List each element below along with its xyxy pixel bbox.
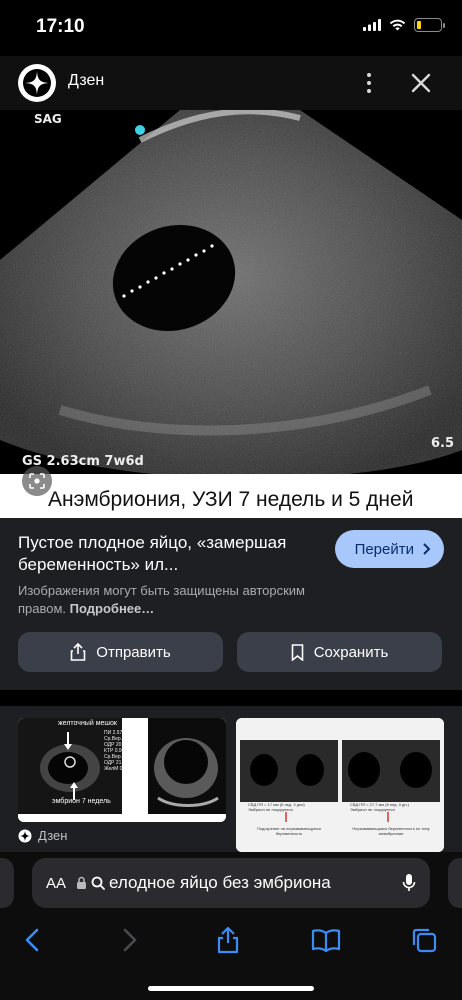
address-bar[interactable]: AA елодное яйцо без эмбриона: [32, 858, 430, 908]
wifi-icon: [389, 19, 406, 31]
lock-icon: [77, 876, 87, 889]
tabs-icon[interactable]: [406, 922, 442, 958]
signal-icon: [363, 19, 381, 31]
previous-tab-peek[interactable]: [0, 858, 14, 908]
share-icon[interactable]: [210, 922, 246, 958]
save-button[interactable]: Сохранить: [237, 632, 442, 672]
share-label: Отправить: [96, 643, 171, 661]
share-button[interactable]: Отправить: [18, 632, 223, 672]
ultrasound-image[interactable]: SAG GS 2.63cm 7w6d 6.5 Анэмбриония, УЗИ …: [0, 110, 462, 518]
related-images: желточный мешок эмбрион 7 недель ПИ 2.57…: [0, 706, 462, 852]
microphone-icon[interactable]: [402, 873, 416, 893]
bookmark-icon: [291, 643, 304, 661]
learn-more-link[interactable]: Подробнее…: [70, 601, 155, 616]
thumb2-caption-left: СВД ПЯ = 17 мм (6 нед. 3 дня) Эмбрион не…: [248, 802, 305, 812]
caption-strip: Анэмбриония, УЗИ 7 недель и 5 дней: [0, 474, 462, 518]
forward-icon[interactable]: [112, 922, 148, 958]
visit-button[interactable]: Перейти: [334, 530, 444, 568]
lens-search-icon[interactable]: [22, 466, 52, 496]
copyright-text: Изображения могут быть защищены авторски…: [18, 583, 305, 616]
image-info-panel: Пустое плодное яйцо, «замершая беременно…: [0, 518, 462, 690]
status-time: 17:10: [36, 16, 85, 37]
save-label: Сохранить: [313, 643, 389, 661]
scan-depth: 6.5: [430, 436, 454, 451]
dzen-logo-icon[interactable]: [18, 64, 56, 102]
related-source-name: Дзен: [38, 828, 68, 843]
result-title[interactable]: Пустое плодное яйцо, «замершая беременно…: [18, 532, 308, 576]
home-indicator: [148, 986, 314, 991]
bookmarks-icon[interactable]: [308, 922, 344, 958]
thumb1-label-embryo: эмбрион 7 недель: [52, 798, 111, 805]
status-icons: [363, 18, 445, 32]
share-icon: [70, 643, 86, 661]
battery-icon: [414, 18, 445, 32]
page-settings-button[interactable]: AA: [46, 875, 66, 892]
more-vertical-icon[interactable]: [356, 68, 382, 98]
search-icon: [91, 876, 105, 890]
thumb1-label-yolk-sac: желточный мешок: [58, 720, 117, 727]
related-source[interactable]: Дзен: [18, 828, 67, 843]
thumb2-note-left: Подозрение на неразвивающуюся беременнос…: [257, 826, 321, 836]
battery-level: [417, 21, 421, 29]
dzen-small-icon: [18, 829, 32, 842]
scan-plane-label: SAG: [34, 112, 62, 126]
thumb1-measurements: ПИ 2.57 Ср.Вер. ОДР 20. КТР 0.99 Ср.Вер.…: [104, 730, 125, 772]
divider: [0, 690, 462, 706]
next-tab-peek[interactable]: [448, 858, 462, 908]
close-icon[interactable]: [408, 70, 434, 96]
thumb2-caption-right: СВД ПЯ = 27,7 мм (8 нед. 0 дн.) Эмбрион …: [350, 802, 410, 812]
status-bar: 17:10: [0, 0, 462, 56]
thumb2-note-right: Неразвивающаяся беременность по типу анэ…: [352, 826, 430, 836]
address-area: AA елодное яйцо без эмбриона: [0, 852, 462, 916]
source-name[interactable]: Дзен: [68, 72, 104, 90]
chevron-right-icon: [423, 543, 430, 555]
url-text[interactable]: елодное яйцо без эмбриона: [109, 873, 394, 893]
viewer-top-bar: Дзен: [0, 56, 462, 110]
related-image-1[interactable]: желточный мешок эмбрион 7 недель ПИ 2.57…: [18, 718, 226, 822]
visit-label: Перейти: [354, 540, 414, 558]
copyright-notice: Изображения могут быть защищены авторски…: [18, 582, 338, 618]
browser-toolbar: [0, 916, 462, 1000]
image-caption: Анэмбриония, УЗИ 7 недель и 5 дней: [48, 488, 414, 511]
back-icon[interactable]: [14, 922, 50, 958]
related-image-2[interactable]: СВД ПЯ = 17 мм (6 нед. 3 дня) Эмбрион не…: [236, 718, 444, 852]
